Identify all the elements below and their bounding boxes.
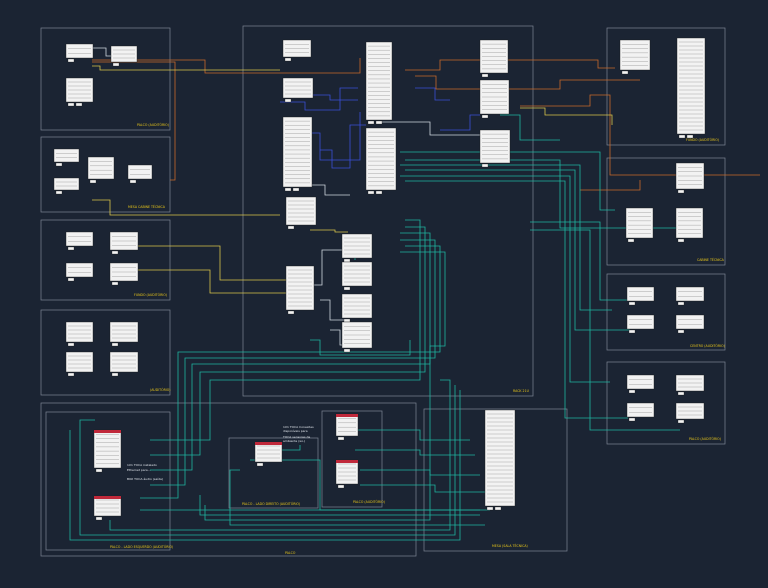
device-block-46 bbox=[335, 413, 359, 441]
wiring-diagram: 1X1 TOCA instalado Ethernet para... BOX … bbox=[0, 0, 768, 584]
area-label-fundo-audio: FUNDO (AUDITÓRIO) bbox=[134, 292, 167, 297]
wiring-diagram-svg: 1X1 TOCA instalado Ethernet para... BOX … bbox=[0, 0, 768, 584]
note-1-line-3: BOX TOCA áudio (saída) bbox=[127, 477, 163, 481]
device-block-29 bbox=[341, 321, 373, 353]
area-label-mesa-cabine: MESA CABINE TÉCNICA bbox=[128, 204, 166, 209]
note-2-line-2: disponíveis para bbox=[283, 429, 308, 433]
device-block-27 bbox=[341, 261, 373, 291]
area-label-rack: RACK 21U bbox=[513, 389, 530, 393]
area-label-palco-right: PALCO (AUDITÓRIO) bbox=[689, 436, 721, 441]
device-block-24 bbox=[285, 196, 317, 230]
area-label-palco-audio-left: PALCO (AUDITÓRIO) bbox=[137, 122, 169, 127]
area-label-palco-lado-dir: PALCO - LADO DIREITO (AUDITÓRIO) bbox=[242, 501, 300, 506]
area-label-cabine-tecnica: CABINE TÉCNICA bbox=[697, 257, 725, 262]
device-block-43 bbox=[93, 429, 122, 473]
area-label-centro-audio: CENTRO (AUDITÓRIO) bbox=[690, 343, 725, 348]
device-block-47 bbox=[335, 459, 359, 489]
area-label-palco-lado-esq: PALCO - LADO ESQUERDO (AUDITÓRIO) bbox=[110, 544, 173, 549]
area-label-palco-audio-small: PALCO (AUDITÓRIO) bbox=[353, 499, 385, 504]
device-block-5 bbox=[87, 156, 115, 184]
area-label-auditorio: (AUDITÓRIO) bbox=[150, 387, 171, 392]
device-block-19 bbox=[365, 41, 393, 125]
device-block-18 bbox=[282, 116, 313, 192]
device-block-3 bbox=[65, 77, 94, 107]
area-label-mesa-sala: MESA (SALA TÉCNICA) bbox=[492, 543, 528, 548]
note-2-line-4: ambiente (wi-) bbox=[283, 439, 305, 443]
device-block-22 bbox=[479, 129, 511, 168]
device-block-31 bbox=[676, 37, 706, 139]
device-block-20 bbox=[479, 39, 509, 78]
device-block-26 bbox=[341, 233, 373, 263]
device-block-33 bbox=[675, 207, 704, 243]
device-block-34 bbox=[675, 162, 705, 194]
device-block-48 bbox=[484, 409, 516, 511]
area-label-fundo-right: FUNDO (AUDITÓRIO) bbox=[686, 137, 719, 142]
device-block-28 bbox=[341, 293, 373, 323]
device-block-25 bbox=[285, 265, 315, 315]
area-label-palco-bottom: PALCO bbox=[285, 551, 296, 555]
device-block-32 bbox=[625, 207, 654, 243]
note-1-line-1: 1X1 TOCA instalado bbox=[127, 463, 157, 467]
device-block-23 bbox=[365, 127, 397, 195]
device-block-21 bbox=[479, 79, 510, 119]
device-block-30 bbox=[619, 39, 651, 75]
note-1-line-2: Ethernet para... bbox=[127, 468, 151, 472]
